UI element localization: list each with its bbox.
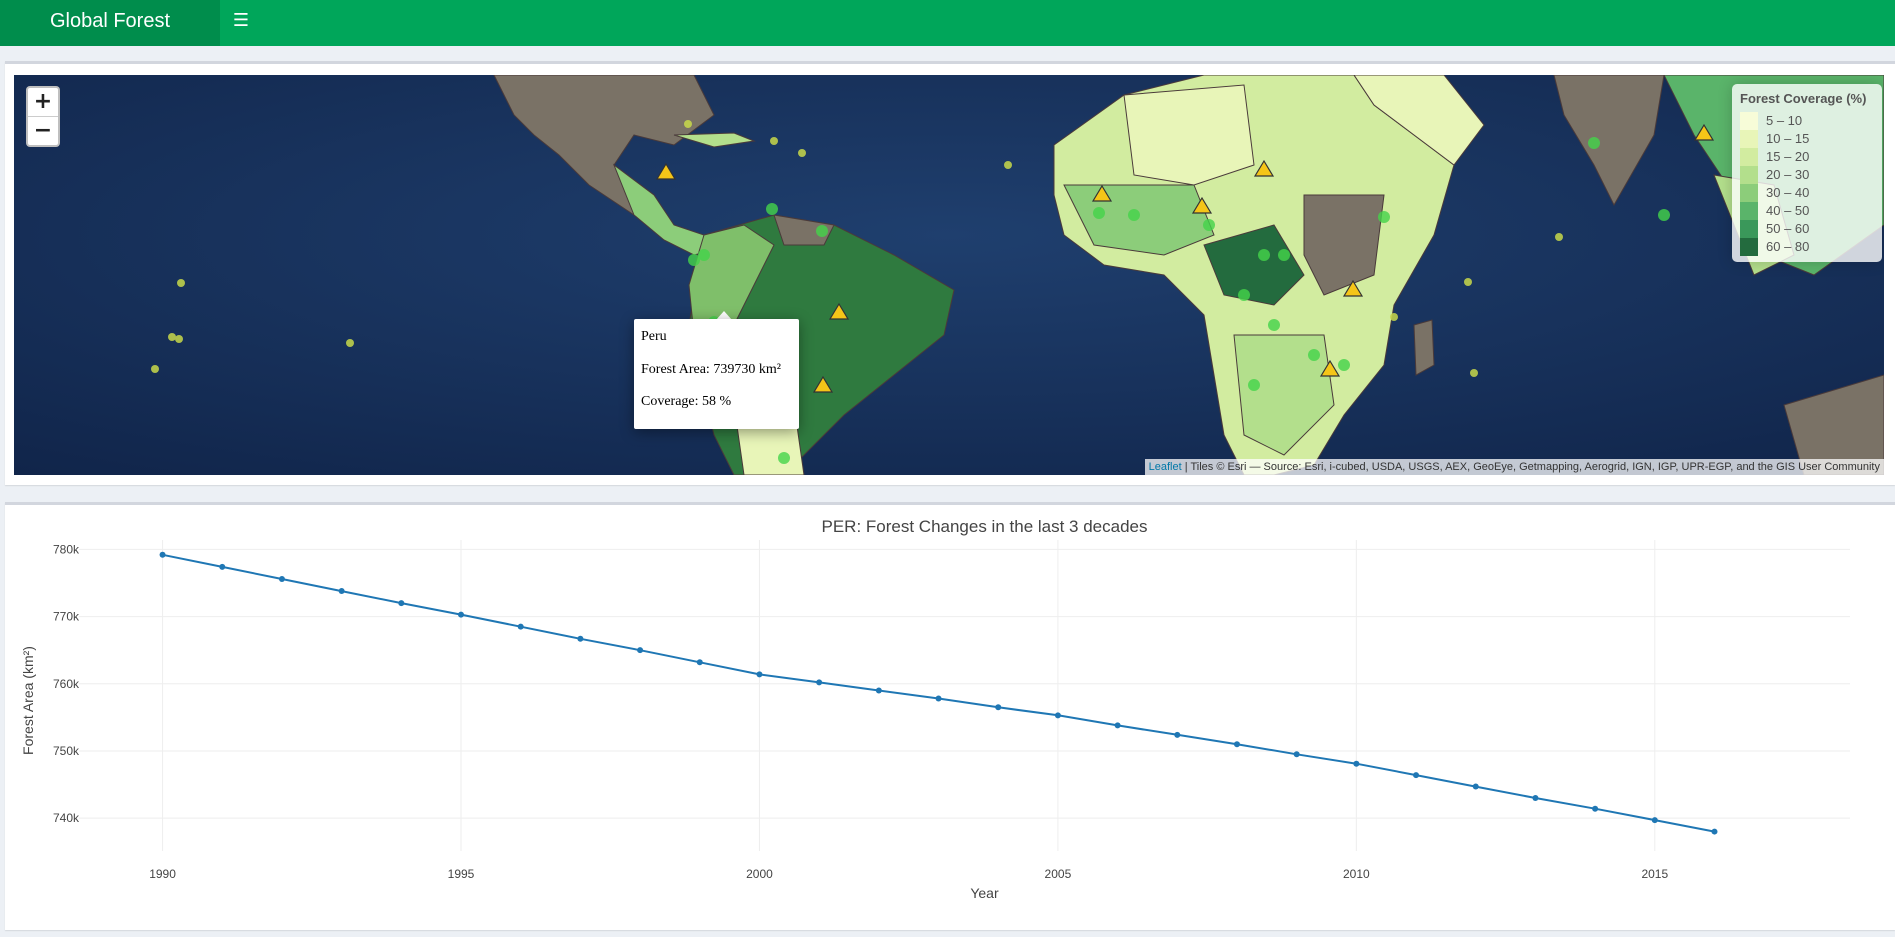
data-point xyxy=(517,623,524,630)
data-point xyxy=(816,679,823,686)
map-tiles xyxy=(14,75,1884,475)
data-point xyxy=(458,611,465,618)
data-point xyxy=(1592,805,1599,812)
legend-label: 50 – 60 xyxy=(1766,221,1810,236)
data-point xyxy=(1233,741,1240,748)
legend-swatch xyxy=(1740,184,1758,202)
y-tick-label: 750k xyxy=(53,744,80,758)
x-tick-label: 2000 xyxy=(746,867,773,881)
series-line xyxy=(162,553,1715,833)
popup-country: Peru xyxy=(641,329,667,344)
forest-change-chart[interactable]: PER: Forest Changes in the last 3 decade… xyxy=(5,505,1890,925)
data-point xyxy=(1353,760,1360,767)
legend-swatch xyxy=(1740,130,1758,148)
top-navbar: Global Forest ☰ xyxy=(0,0,1895,46)
leaflet-link[interactable]: Leaflet xyxy=(1149,461,1182,473)
x-tick-label: 2015 xyxy=(1641,867,1668,881)
map-attribution: Leaflet | Tiles © Esri — Source: Esri, i… xyxy=(1144,459,1884,475)
x-tick-label: 2005 xyxy=(1045,867,1072,881)
x-tick-label: 1995 xyxy=(448,867,475,881)
y-tick-label: 780k xyxy=(53,542,80,556)
x-tick-label: 2010 xyxy=(1343,867,1370,881)
popup-coverage: Coverage: 58 % xyxy=(641,394,732,409)
attribution-text: | Tiles © Esri — Source: Esri, i-cubed, … xyxy=(1181,461,1880,473)
data-point xyxy=(935,695,942,702)
popup-forest-area: Forest Area: 739730 km² xyxy=(641,362,781,377)
x-tick-label: 1990 xyxy=(149,867,176,881)
legend-label: 40 – 50 xyxy=(1766,203,1810,218)
data-point xyxy=(756,671,763,678)
data-point xyxy=(696,659,703,666)
data-point xyxy=(875,687,882,694)
landmass-madagascar xyxy=(1413,319,1435,376)
data-point xyxy=(1711,828,1718,835)
data-point xyxy=(1651,817,1658,824)
legend-label: 10 – 15 xyxy=(1766,131,1810,146)
legend-swatch xyxy=(1740,238,1758,256)
legend-label: 60 – 80 xyxy=(1766,239,1810,254)
data-point xyxy=(219,563,226,570)
data-point xyxy=(1114,722,1121,729)
y-tick-label: 760k xyxy=(53,677,80,691)
data-point xyxy=(398,600,405,607)
country-popup: Peru Forest Area: 739730 km² Coverage: 5… xyxy=(634,319,799,429)
data-point xyxy=(1054,712,1061,719)
legend-title: Forest Coverage (%) xyxy=(1740,91,1867,106)
data-point xyxy=(1293,751,1300,758)
forest-coverage-map[interactable]: + − Peru Forest Area: 739730 km² Coverag… xyxy=(14,75,1884,475)
x-axis-label: Year xyxy=(970,885,999,901)
chart-panel: PER: Forest Changes in the last 3 decade… xyxy=(5,502,1895,930)
chart-title: PER: Forest Changes in the last 3 decade… xyxy=(821,517,1147,536)
hamburger-menu-icon[interactable]: ☰ xyxy=(230,8,252,32)
data-point xyxy=(577,635,584,642)
legend-swatch xyxy=(1740,148,1758,166)
data-point xyxy=(995,704,1002,711)
legend-label: 30 – 40 xyxy=(1766,185,1810,200)
app-logo[interactable]: Global Forest xyxy=(0,0,220,46)
data-point xyxy=(1472,783,1479,790)
data-point xyxy=(1413,772,1420,779)
region-sahara xyxy=(1123,84,1255,186)
legend-swatch xyxy=(1740,202,1758,220)
y-axis-label: Forest Area (km²) xyxy=(20,646,36,755)
data-point xyxy=(338,588,345,595)
legend-label: 15 – 20 xyxy=(1766,149,1810,164)
zoom-control: + − xyxy=(26,86,60,147)
coverage-legend: Forest Coverage (%) 5 – 10 10 – 15 15 – 20… xyxy=(1732,84,1882,262)
legend-label: 20 – 30 xyxy=(1766,167,1810,182)
zoom-in-button[interactable]: + xyxy=(28,88,58,116)
data-point xyxy=(1532,794,1539,801)
legend-swatch xyxy=(1740,220,1758,238)
data-point xyxy=(159,551,166,558)
data-point xyxy=(1174,731,1181,738)
zoom-out-button[interactable]: − xyxy=(28,116,58,145)
legend-label: 5 – 10 xyxy=(1766,113,1803,128)
data-point xyxy=(637,647,644,654)
data-point xyxy=(278,575,285,582)
map-panel: + − Peru Forest Area: 739730 km² Coverag… xyxy=(5,61,1895,485)
y-tick-label: 740k xyxy=(53,811,80,825)
legend-swatch xyxy=(1740,112,1758,130)
legend-swatch xyxy=(1740,166,1758,184)
y-tick-label: 770k xyxy=(53,610,80,624)
